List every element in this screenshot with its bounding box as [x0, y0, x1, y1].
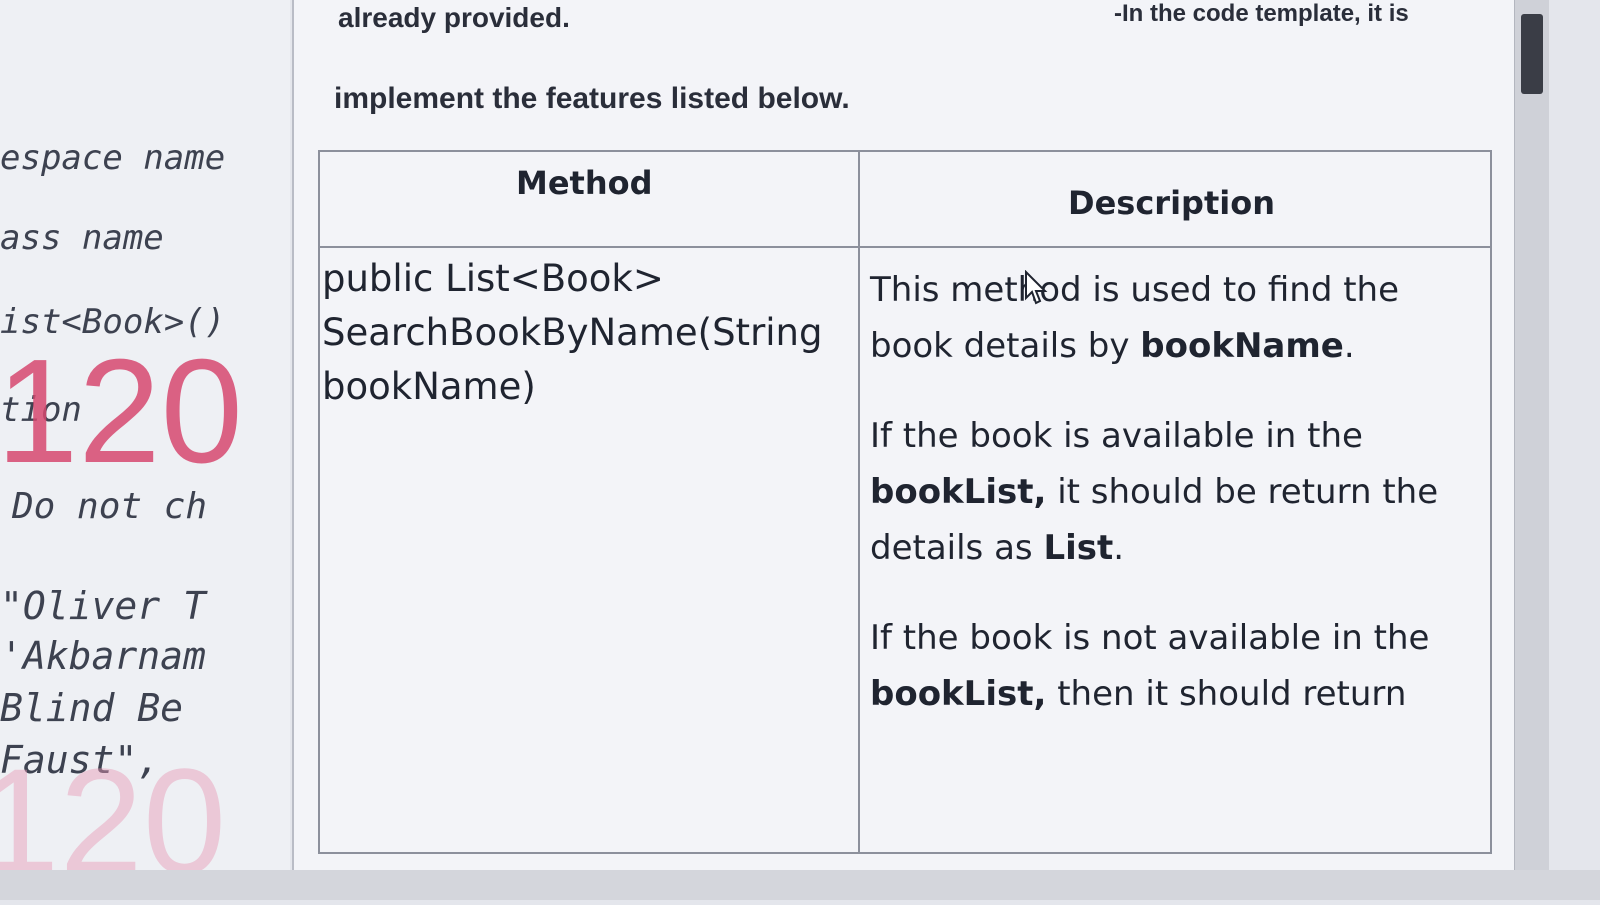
header-divider — [320, 246, 1490, 248]
desc-text: then it should return — [1046, 674, 1407, 714]
template-note: -In the code template, it is — [1114, 0, 1409, 27]
description-paragraph-1: This method is used to find the book det… — [870, 262, 1480, 374]
code-lines: espace name ass name ist<Book>() tion Do not… — [0, 0, 290, 900]
code-line: Blind Be — [0, 686, 184, 730]
code-line: "Oliver T — [0, 584, 206, 628]
column-divider — [858, 152, 860, 852]
instructions-document: already provided. -In the code template,… — [292, 0, 1516, 870]
code-line: espace name — [0, 138, 226, 178]
instructions-text: implement the features listed below. — [334, 82, 850, 115]
code-editor-pane[interactable]: espace name ass name ist<Book>() tion Do not… — [0, 0, 290, 900]
bottom-edge — [0, 870, 1600, 900]
code-line: Faust", — [0, 738, 161, 782]
description-paragraph-2: If the book is available in the bookList… — [870, 408, 1480, 576]
method-table: Method Description public List<Book> Sea… — [318, 150, 1492, 854]
code-line: Do not ch — [12, 486, 208, 527]
code-line: ist<Book>() — [0, 302, 226, 342]
desc-bold: List — [1043, 528, 1114, 568]
description-cell: This method is used to find the book det… — [870, 262, 1480, 756]
desc-text: . — [1113, 528, 1125, 568]
desc-bold: bookList, — [870, 472, 1047, 512]
description-paragraph-3: If the book is not available in the book… — [870, 610, 1480, 722]
mouse-cursor-icon — [1025, 270, 1048, 305]
code-line: tion — [0, 390, 82, 430]
code-line: ass name — [0, 218, 164, 258]
scrollbar[interactable] — [1514, 0, 1549, 870]
desc-text: If the book is available in the — [870, 416, 1363, 456]
code-line: 'Akbarnam — [0, 634, 206, 678]
method-signature-cell: public List<Book> SearchBookByName(Strin… — [322, 257, 823, 408]
intro-text: already provided. — [338, 2, 570, 33]
desc-bold: bookList, — [870, 674, 1047, 714]
header-description: Description — [1068, 184, 1275, 222]
desc-bold: bookName — [1140, 326, 1344, 366]
desc-text: If the book is not available in the — [870, 618, 1430, 658]
scrollbar-thumb[interactable] — [1521, 14, 1543, 94]
header-method: Method — [516, 164, 653, 202]
desc-text: . — [1343, 326, 1355, 366]
